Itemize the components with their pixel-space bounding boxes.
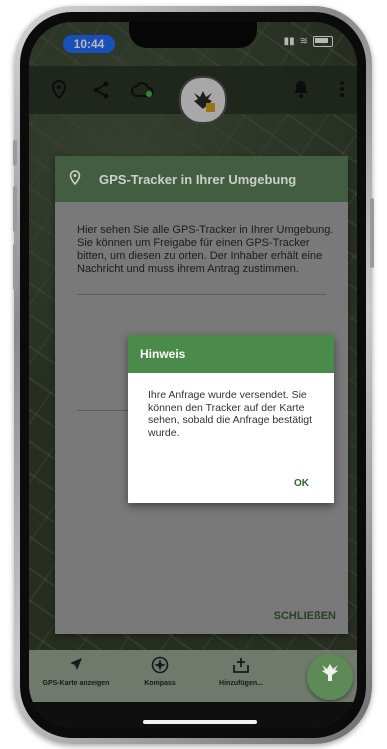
- ok-button[interactable]: OK: [294, 478, 309, 489]
- nav-label: GPS-Karte anzeigen: [42, 680, 110, 687]
- nav-compass[interactable]: Kompass: [125, 656, 195, 687]
- home-indicator[interactable]: [143, 720, 257, 724]
- navigation-arrow-icon: [41, 656, 111, 678]
- nav-add[interactable]: Hinzufügen...: [203, 656, 279, 687]
- home-area: [29, 702, 357, 728]
- screen: 10:44 ▮▮ ≋ GPS-Tracker in Ihrer Umgebung…: [29, 22, 357, 728]
- nav-gps-map[interactable]: GPS-Karte anzeigen: [41, 656, 111, 687]
- antler-icon: [318, 662, 342, 692]
- add-box-icon: [203, 656, 279, 678]
- nav-label: Hinzufügen...: [219, 680, 263, 687]
- compass-icon: [125, 656, 195, 678]
- hunting-fab[interactable]: [307, 654, 353, 700]
- hint-dialog: Hinweis Ihre Anfrage wurde versendet. Si…: [128, 335, 334, 503]
- volume-up-button: [13, 186, 17, 232]
- volume-down-button: [13, 244, 17, 290]
- nav-label: Kompass: [144, 680, 176, 687]
- power-button: [370, 198, 374, 268]
- mute-switch: [13, 140, 17, 166]
- hint-dialog-title: Hinweis: [128, 335, 334, 373]
- hint-dialog-message: Ihre Anfrage wurde versendet. Sie können…: [148, 389, 313, 439]
